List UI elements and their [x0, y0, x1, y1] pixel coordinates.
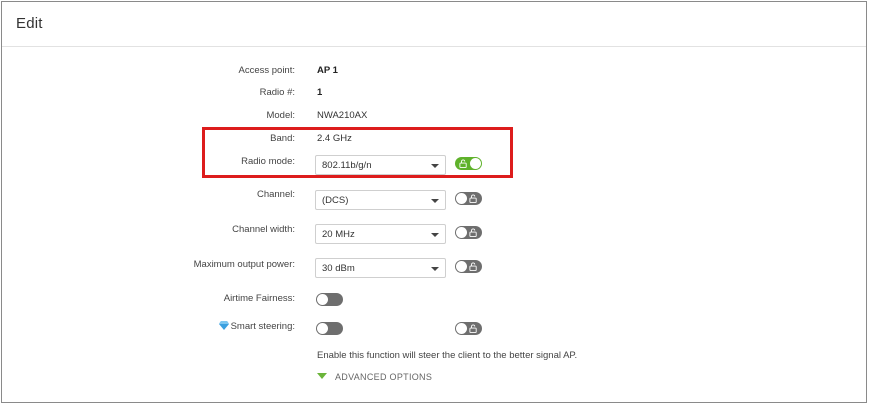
smart-steering-help: Enable this function will steer the clie…: [317, 350, 578, 361]
toggle-knob: [456, 323, 467, 334]
channel-select[interactable]: (DCS): [315, 190, 446, 210]
max-output-power-override-toggle[interactable]: [455, 260, 482, 273]
channel-width-selected: 20 MHz: [322, 229, 355, 240]
unlock-icon: [469, 228, 477, 237]
channel-width-select[interactable]: 20 MHz: [315, 224, 446, 244]
toggle-knob: [456, 193, 467, 204]
unlock-icon: [469, 194, 477, 203]
triangle-down-icon: [317, 373, 327, 379]
smart-steering-label: Smart steering:: [230, 321, 295, 332]
smart-steering-label-wrap: Smart steering:: [2, 321, 295, 332]
channel-override-toggle[interactable]: [455, 192, 482, 205]
highlight-box: [202, 127, 513, 178]
airtime-fairness-label: Airtime Fairness:: [223, 293, 295, 304]
edit-panel: Edit Access point: AP 1 Radio #: 1 Model…: [1, 1, 867, 403]
diamond-icon: [218, 321, 229, 330]
max-output-power-label: Maximum output power:: [193, 259, 295, 270]
toggle-knob: [456, 227, 467, 238]
chevron-down-icon: [431, 199, 439, 203]
airtime-fairness-toggle[interactable]: [316, 293, 343, 306]
toggle-knob: [317, 323, 328, 334]
chevron-down-icon: [431, 233, 439, 237]
channel-label: Channel:: [256, 189, 295, 200]
chevron-down-icon: [431, 267, 439, 271]
advanced-options-toggle[interactable]: ADVANCED OPTIONS: [317, 372, 432, 382]
access-point-value: AP 1: [317, 65, 338, 76]
smart-steering-override-toggle[interactable]: [455, 322, 482, 335]
max-output-power-select[interactable]: 30 dBm: [315, 258, 446, 278]
access-point-label: Access point:: [238, 65, 296, 76]
model-label: Model:: [266, 110, 295, 121]
max-output-power-selected: 30 dBm: [322, 263, 355, 274]
unlock-icon: [469, 262, 477, 271]
channel-width-label: Channel width:: [232, 224, 295, 235]
unlock-icon: [469, 324, 477, 333]
page-title: Edit: [16, 15, 43, 32]
channel-width-override-toggle[interactable]: [455, 226, 482, 239]
panel-header: Edit: [2, 2, 866, 47]
model-value: NWA210AX: [317, 110, 368, 121]
radio-number-value: 1: [317, 87, 323, 98]
channel-selected: (DCS): [322, 195, 349, 206]
smart-steering-toggle[interactable]: [316, 322, 343, 335]
toggle-knob: [456, 261, 467, 272]
radio-number-label: Radio #:: [259, 87, 295, 98]
toggle-knob: [317, 294, 328, 305]
advanced-options-label: ADVANCED OPTIONS: [335, 372, 433, 382]
